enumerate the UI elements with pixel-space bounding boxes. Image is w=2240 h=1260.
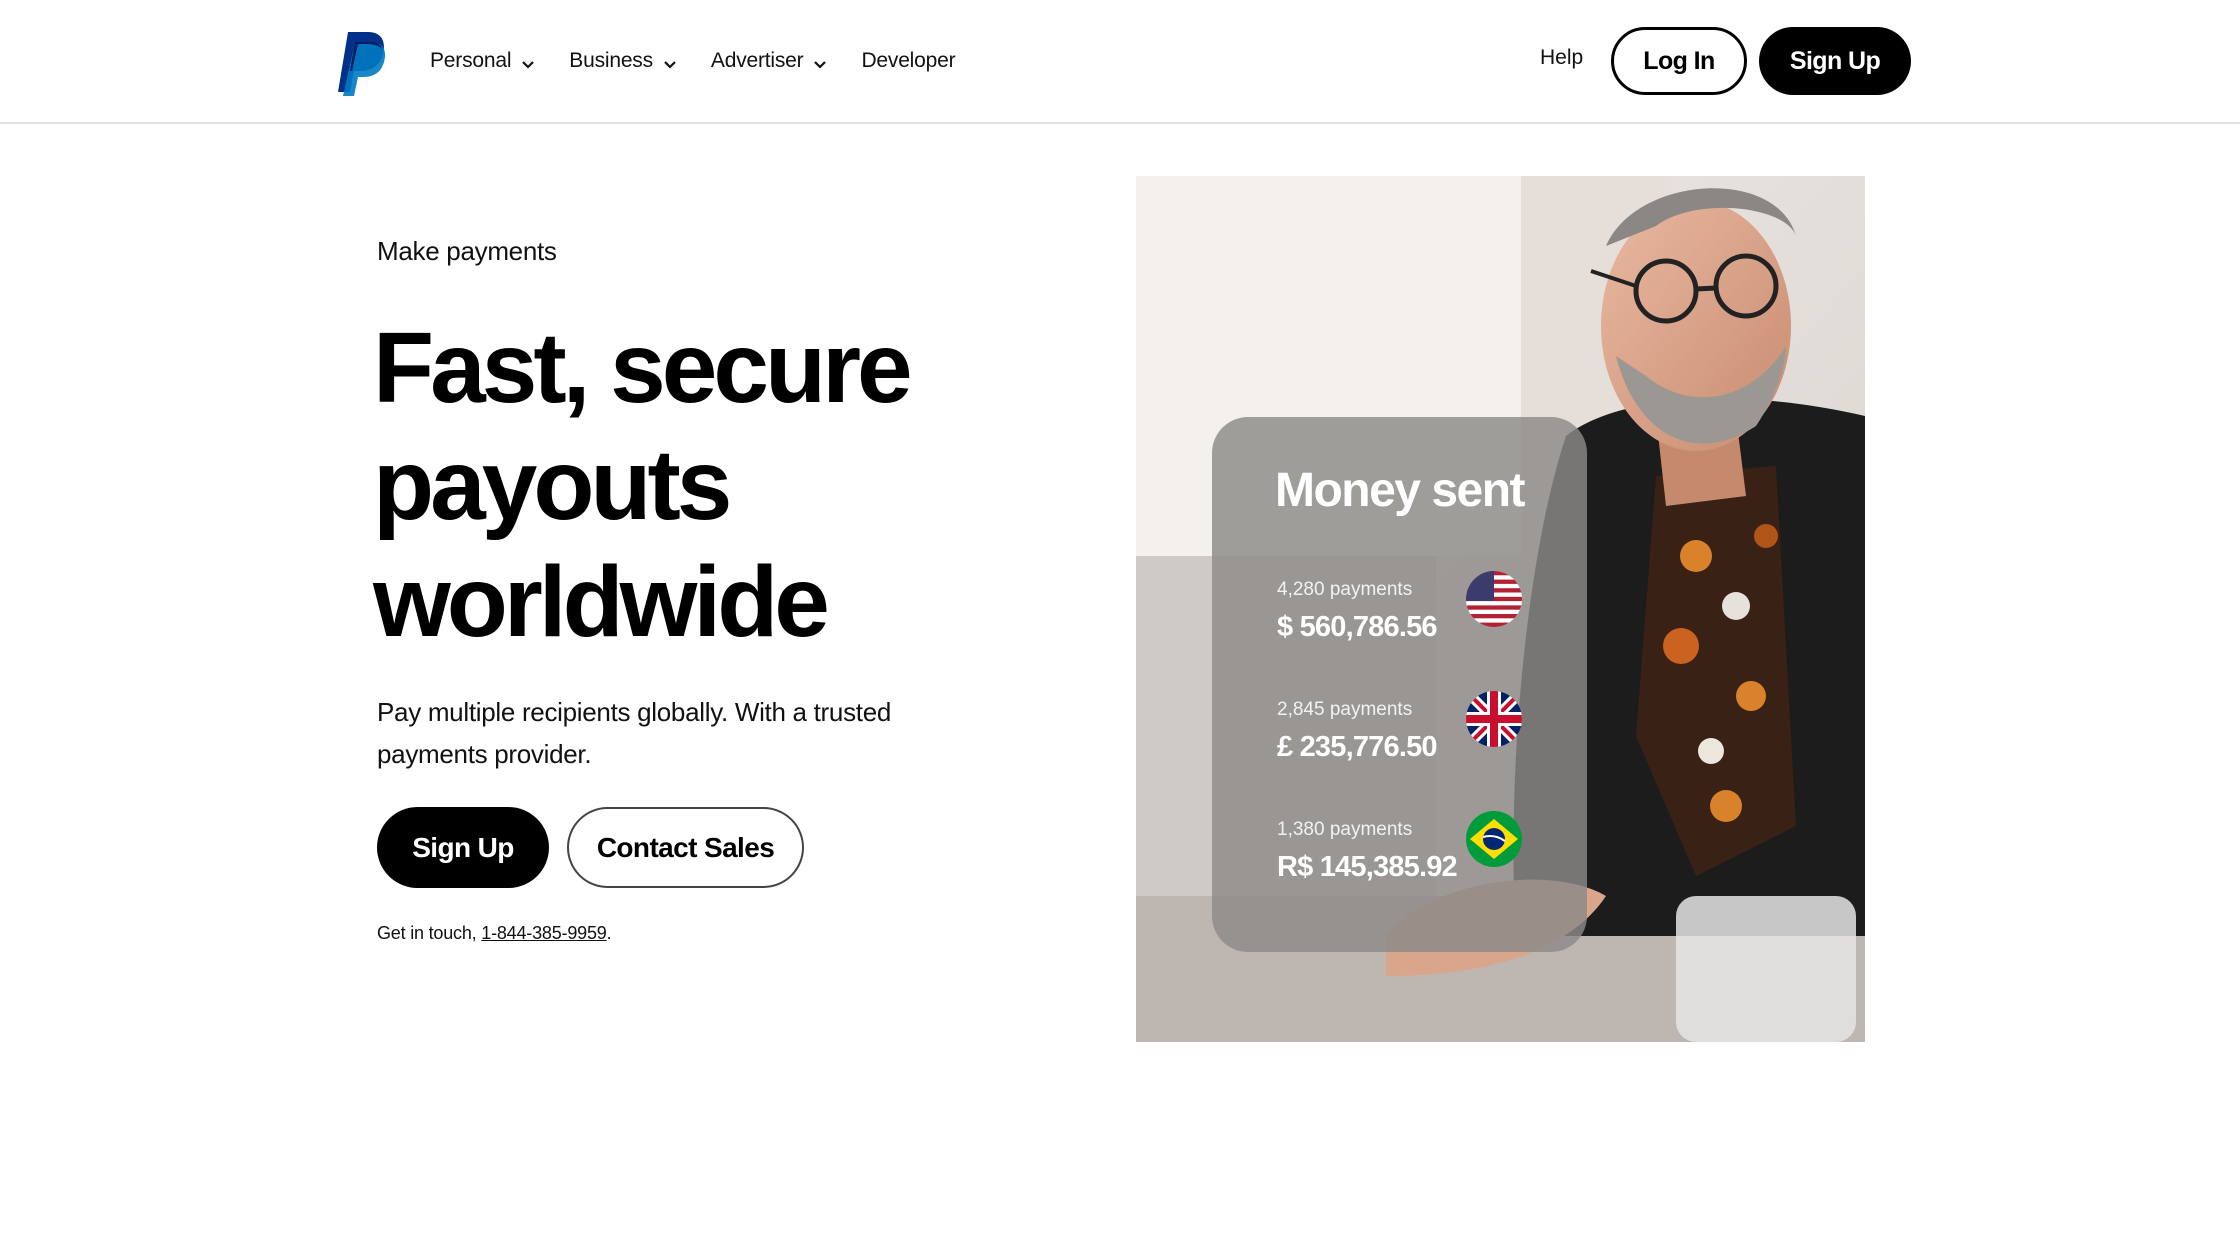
chevron-down-icon <box>813 54 827 69</box>
payment-amount: R$ 145,385.92 <box>1277 851 1458 883</box>
card-title: Money sent <box>1274 464 1526 517</box>
login-button[interactable]: Log In <box>1611 27 1747 95</box>
help-link[interactable]: Help <box>1540 46 1583 70</box>
paypal-logo-icon[interactable] <box>338 30 386 96</box>
payment-row: 1,380 payments R$ 145,385.92 <box>1277 811 1537 899</box>
payment-count: 4,280 payments <box>1277 579 1413 600</box>
nav-item-label: Advertiser <box>710 49 804 72</box>
hero-headline: Fast, secure payouts worldwide <box>373 310 933 661</box>
payment-row: 2,845 payments £ 235,776.50 <box>1277 691 1537 779</box>
site-header: Personal Business Advertiser Developer H… <box>0 0 2240 124</box>
nav-item-personal[interactable]: Personal <box>430 49 535 73</box>
chevron-down-icon <box>521 54 535 69</box>
uk-flag-icon <box>1466 691 1522 747</box>
payment-row: 4,280 payments $ 560,786.56 <box>1277 571 1537 659</box>
nav-item-developer[interactable]: Developer <box>861 49 955 73</box>
nav-item-label: Developer <box>861 49 956 72</box>
brazil-flag-icon <box>1466 811 1522 867</box>
main-nav: Personal Business Advertiser Developer <box>430 0 989 122</box>
nav-item-business[interactable]: Business <box>569 49 677 73</box>
hero-subtext: Pay multiple recipients globally. With a… <box>377 697 892 769</box>
phone-link[interactable]: 1-844-385-9959 <box>481 923 607 943</box>
payment-amount: $ 560,786.56 <box>1277 611 1438 643</box>
hero-photo: Money sent 4,280 payments $ 560,786.56 2… <box>1136 176 1865 1042</box>
headline-line: Fast, secure <box>373 312 913 424</box>
chevron-down-icon <box>663 54 677 69</box>
nav-item-label: Personal <box>430 49 512 72</box>
us-flag-icon <box>1466 571 1522 627</box>
money-sent-card: Money sent 4,280 payments $ 560,786.56 2… <box>1212 417 1587 952</box>
payment-amount: £ 235,776.50 <box>1277 731 1438 763</box>
contact-suffix: . <box>606 923 612 943</box>
headline-line: payouts <box>373 429 732 541</box>
hero-signup-button[interactable]: Sign Up <box>377 807 549 888</box>
header-signup-button[interactable]: Sign Up <box>1759 27 1911 95</box>
nav-item-label: Business <box>569 49 653 72</box>
payment-count: 2,845 payments <box>1277 699 1413 720</box>
nav-item-advertiser[interactable]: Advertiser <box>711 49 828 73</box>
hero-eyebrow: Make payments <box>377 236 557 266</box>
headline-line: worldwide <box>373 546 830 658</box>
contact-prefix: Get in touch, <box>377 923 482 943</box>
contact-line: Get in touch, 1-844-385-9959. <box>377 923 612 944</box>
payment-count: 1,380 payments <box>1277 819 1413 840</box>
contact-sales-button[interactable]: Contact Sales <box>567 807 804 888</box>
